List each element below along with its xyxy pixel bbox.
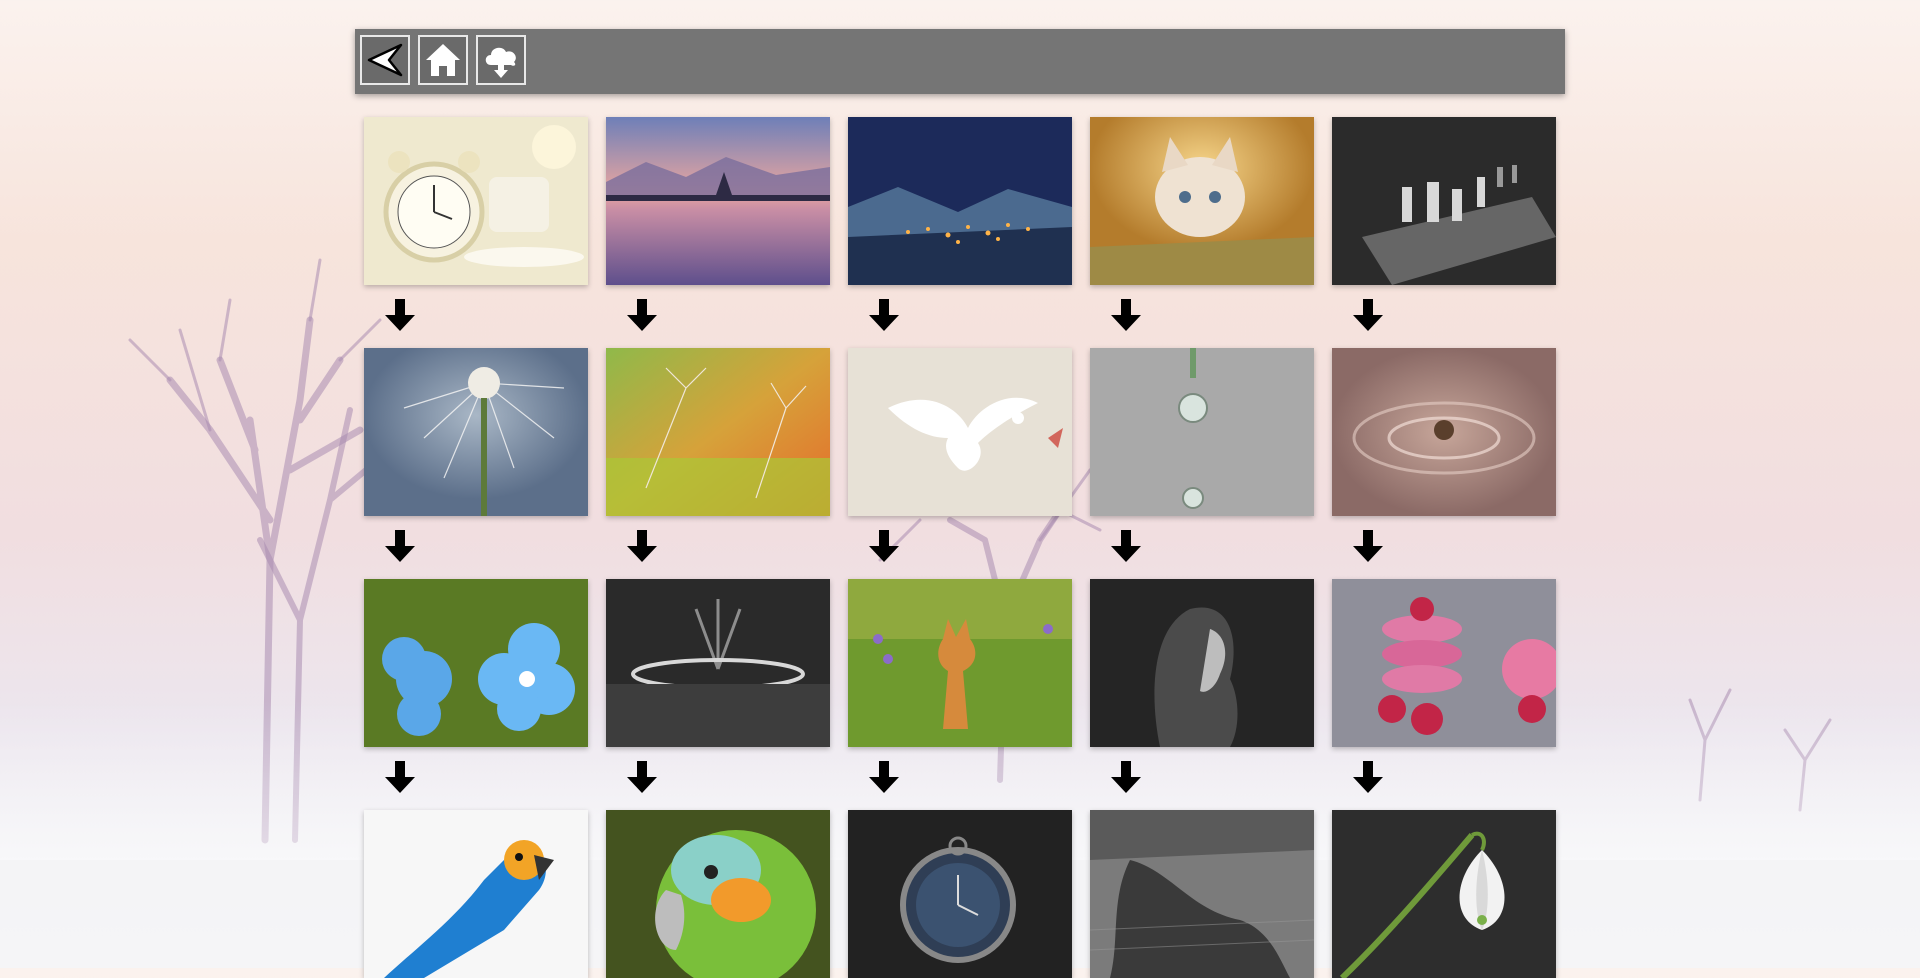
- pocket-watch-photo[interactable]: [848, 810, 1072, 978]
- down-arrow-icon: [382, 759, 418, 795]
- back-arrow-icon: [367, 43, 403, 77]
- blue-macaw-photo[interactable]: [364, 810, 588, 978]
- snowdrop-photo[interactable]: [1332, 810, 1556, 978]
- chess-board-photo[interactable]: [1332, 117, 1556, 285]
- down-arrow-icon: [1350, 297, 1386, 333]
- home-icon: [426, 44, 460, 76]
- green-parrot-photo[interactable]: [606, 810, 830, 978]
- down-arrow-icon: [866, 759, 902, 795]
- down-arrow-icon: [624, 297, 660, 333]
- water-drop-photo[interactable]: [1090, 348, 1314, 516]
- down-arrow-icon: [1108, 528, 1144, 564]
- down-arrow-icon: [866, 297, 902, 333]
- lake-sunset-photo[interactable]: [606, 117, 830, 285]
- dandelion-photo[interactable]: [364, 348, 588, 516]
- water-splash-photo[interactable]: [1332, 348, 1556, 516]
- down-arrow-icon: [624, 759, 660, 795]
- cloud-download-icon: [485, 47, 516, 78]
- toolbar: [355, 29, 1565, 94]
- down-arrow-icon: [1108, 297, 1144, 333]
- street-reflection-photo[interactable]: [1090, 810, 1314, 978]
- down-arrow-icon: [1350, 528, 1386, 564]
- dandelion-seeds-photo[interactable]: [606, 348, 830, 516]
- down-arrow-icon: [1350, 759, 1386, 795]
- blue-flowers-photo[interactable]: [364, 579, 588, 747]
- home-button[interactable]: [418, 35, 468, 85]
- night-village-photo[interactable]: [848, 117, 1072, 285]
- fox-photo[interactable]: [848, 579, 1072, 747]
- down-arrow-icon: [1108, 759, 1144, 795]
- girl-portrait-photo[interactable]: [1090, 579, 1314, 747]
- white-dove-photo[interactable]: [848, 348, 1072, 516]
- macarons-raspberries-photo[interactable]: [1332, 579, 1556, 747]
- alarm-clock-photo[interactable]: [364, 117, 588, 285]
- back-button[interactable]: [360, 35, 410, 85]
- cloud-download-button[interactable]: [476, 35, 526, 85]
- down-arrow-icon: [624, 528, 660, 564]
- down-arrow-icon: [382, 528, 418, 564]
- down-arrow-icon: [382, 297, 418, 333]
- down-arrow-icon: [866, 528, 902, 564]
- fountain-photo[interactable]: [606, 579, 830, 747]
- kitten-photo[interactable]: [1090, 117, 1314, 285]
